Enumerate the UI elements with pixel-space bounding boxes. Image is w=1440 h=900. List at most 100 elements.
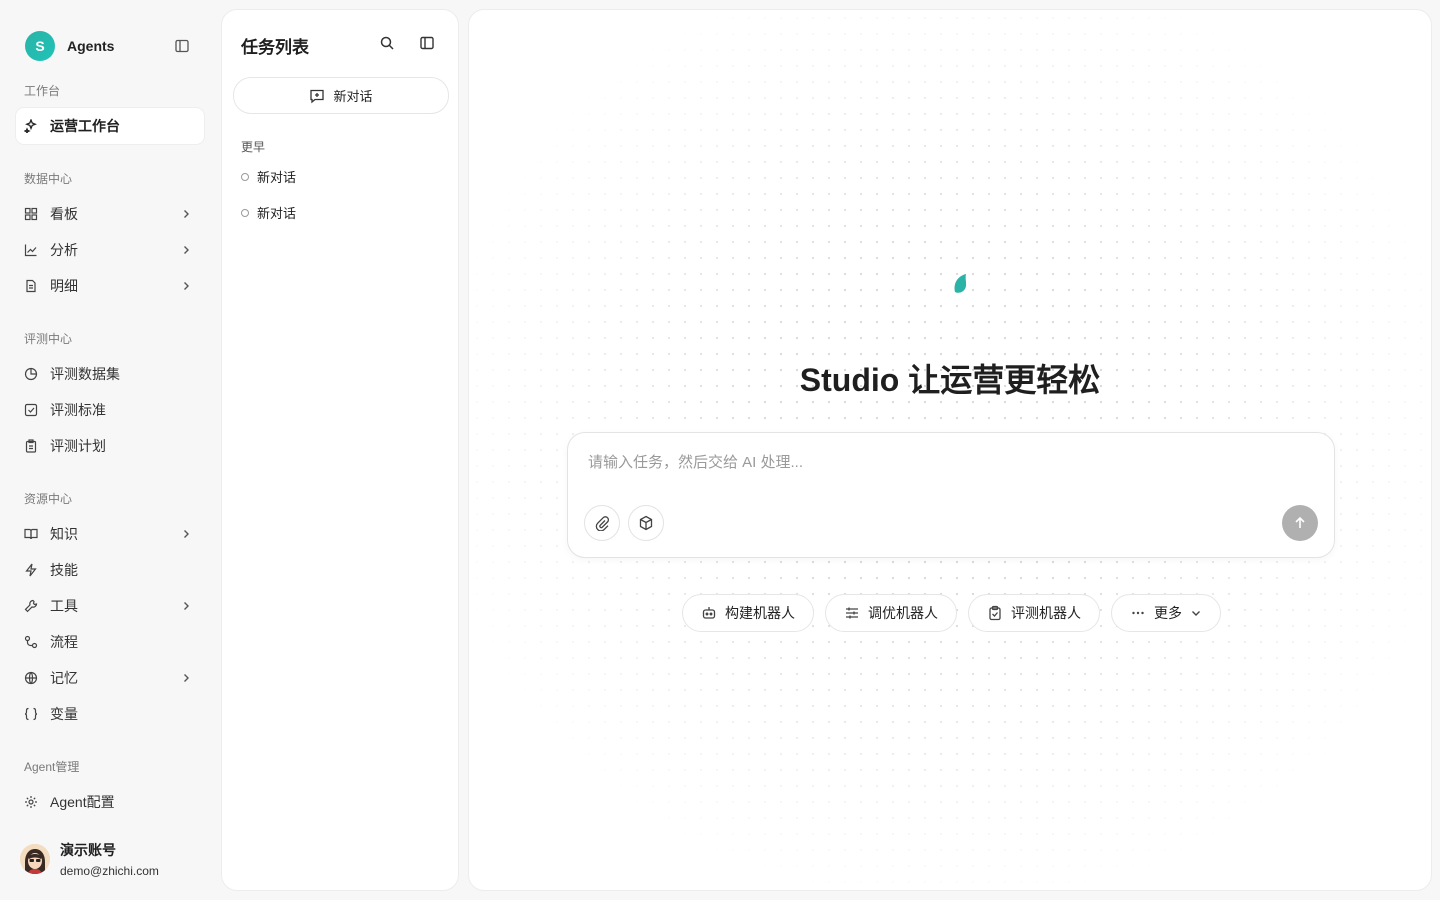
task-list-title: 任务列表 (241, 38, 309, 57)
section-title-workbench: 工作台 (24, 84, 61, 98)
brand[interactable]: S Agents (25, 31, 114, 61)
brand-logo: S (25, 31, 55, 61)
sparkles-icon (24, 119, 38, 133)
nav-item-eval-plan[interactable]: 评测计划 (16, 428, 204, 464)
status-dot-icon (241, 172, 249, 181)
nav-label: 分析 (50, 242, 78, 258)
chevron-down-icon (1192, 611, 1200, 616)
page-headline: Studio 让运营更轻松 (799, 362, 1101, 398)
chevron-right-icon (184, 674, 189, 682)
attach-button[interactable] (584, 505, 620, 541)
main-workspace: Studio 让运营更轻松 构建机器人 调优机器人 评测机器人 (468, 9, 1432, 891)
nav-item-knowledge[interactable]: 知识 (16, 516, 204, 552)
chevron-right-icon (184, 602, 189, 610)
status-dot-icon (241, 208, 249, 217)
paperclip-icon (595, 516, 610, 531)
brand-name: Agents (67, 38, 115, 54)
new-chat-button[interactable]: 新对话 (233, 77, 449, 114)
user-profile[interactable]: 演示账号 demo@zhichi.com (20, 840, 159, 878)
nav-item-eval-dataset[interactable]: 评测数据集 (16, 356, 204, 392)
nav-label: 变量 (50, 706, 78, 722)
sliders-icon (844, 605, 860, 621)
document-icon (24, 279, 38, 293)
search-icon[interactable] (379, 35, 395, 51)
chevron-right-icon (184, 210, 189, 218)
chip-label: 更多 (1154, 605, 1182, 621)
user-email: demo@zhichi.com (60, 864, 159, 878)
sidebar-collapse-icon[interactable] (174, 38, 190, 54)
package-button[interactable] (628, 505, 664, 541)
avatar (20, 844, 50, 874)
section-title-resource-center: 资源中心 (24, 492, 73, 506)
nav-item-eval-standard[interactable]: 评测标准 (16, 392, 204, 428)
build-bot-chip[interactable]: 构建机器人 (682, 594, 814, 632)
nav-label: 流程 (50, 634, 78, 650)
section-title-eval-center: 评测中心 (24, 332, 73, 346)
nav-label: 知识 (50, 526, 78, 542)
nav-label: 评测标准 (50, 402, 106, 418)
chevron-right-icon (184, 530, 189, 538)
cube-icon (639, 515, 653, 531)
nav-item-analysis[interactable]: 分析 (16, 232, 204, 268)
nav-item-dashboard[interactable]: 看板 (16, 196, 204, 232)
more-chip[interactable]: 更多 (1111, 594, 1221, 632)
braces-icon (24, 707, 38, 721)
nav-label: 明细 (50, 278, 78, 294)
chip-label: 构建机器人 (725, 605, 795, 621)
chip-label: 调优机器人 (868, 605, 938, 621)
new-chat-label: 新对话 (333, 89, 373, 104)
lightning-icon (24, 563, 38, 577)
nav-label: 技能 (50, 562, 78, 578)
task-input[interactable] (588, 451, 1288, 473)
user-name: 演示账号 (60, 842, 116, 858)
conversation-group-label: 更早 (241, 140, 266, 154)
nav-item-workflow[interactable]: 流程 (16, 624, 204, 660)
conversation-item[interactable]: 新对话 (241, 203, 296, 222)
book-icon (24, 527, 38, 541)
nav-label: 评测计划 (50, 438, 106, 454)
nav-item-agent-config[interactable]: Agent配置 (16, 784, 204, 820)
line-chart-icon (24, 243, 38, 257)
nav-item-ops-workbench[interactable]: 运营工作台 (16, 108, 204, 144)
send-button[interactable] (1282, 505, 1318, 541)
chevron-right-icon (184, 246, 189, 254)
chip-label: 评测机器人 (1011, 605, 1081, 621)
conversation-title: 新对话 (257, 206, 297, 221)
new-message-icon (310, 89, 325, 103)
globe-icon (24, 671, 38, 685)
chevron-right-icon (184, 282, 189, 290)
nav-item-tools[interactable]: 工具 (16, 588, 204, 624)
task-list-panel: 任务列表 新对话 更早 新对话 新对话 (221, 9, 459, 891)
wrench-icon (24, 599, 38, 613)
nav-label: 记忆 (50, 670, 78, 686)
grid-icon (24, 207, 38, 221)
nav-label: 评测数据集 (50, 366, 120, 382)
nav-label: 看板 (50, 206, 78, 222)
checkbox-icon (24, 403, 38, 417)
arrow-up-icon (1295, 516, 1305, 528)
eval-bot-chip[interactable]: 评测机器人 (968, 594, 1100, 632)
workflow-icon (24, 635, 38, 649)
section-title-data-center: 数据中心 (24, 172, 73, 186)
nav-item-memory[interactable]: 记忆 (16, 660, 204, 696)
nav-item-skills[interactable]: 技能 (16, 552, 204, 588)
nav-label: 运营工作台 (50, 118, 120, 134)
section-title-agent-mgmt: Agent管理 (24, 760, 80, 774)
studio-logo-icon (954, 274, 967, 293)
sidebar-nav: S Agents 工作台 运营工作台 数据中心 看板 分析 明细 评测中心 评测… (0, 0, 220, 900)
nav-label: 工具 (50, 598, 78, 614)
nav-item-details[interactable]: 明细 (16, 268, 204, 304)
conversation-item[interactable]: 新对话 (241, 167, 296, 186)
gear-icon (24, 795, 38, 809)
robot-icon (701, 605, 717, 621)
clipboard-check-icon (987, 605, 1003, 621)
more-dots-icon (1130, 605, 1146, 621)
pie-chart-icon (24, 367, 38, 381)
conversation-title: 新对话 (257, 170, 297, 185)
nav-label: Agent配置 (50, 794, 115, 810)
clipboard-icon (24, 439, 38, 453)
nav-item-variables[interactable]: 变量 (16, 696, 204, 732)
panel-toggle-icon[interactable] (419, 35, 435, 51)
task-composer (567, 432, 1335, 558)
tune-bot-chip[interactable]: 调优机器人 (825, 594, 957, 632)
